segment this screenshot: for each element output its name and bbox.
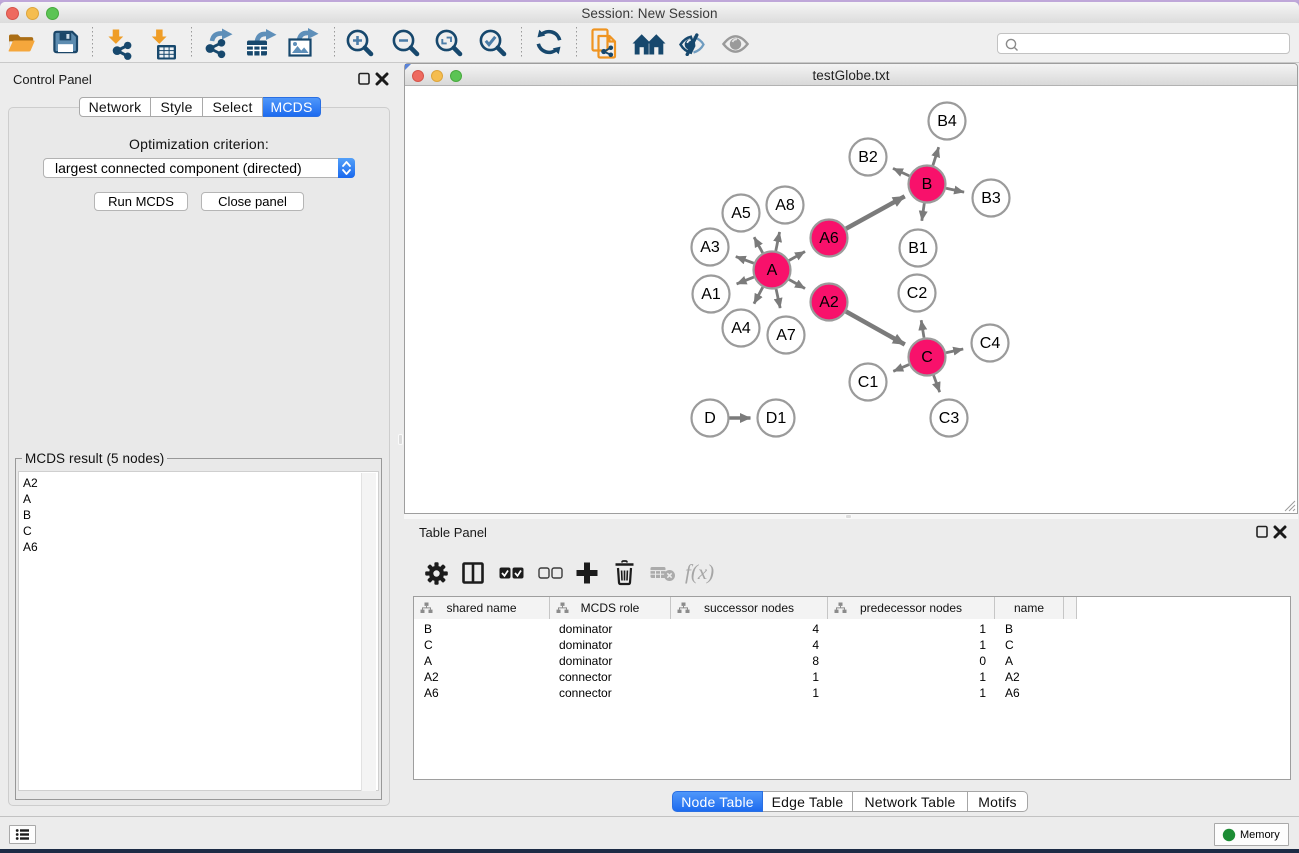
svg-text:C3: C3	[939, 410, 960, 427]
svg-text:C2: C2	[907, 285, 928, 302]
svg-text:C4: C4	[980, 335, 1001, 352]
svg-text:A7: A7	[776, 327, 796, 344]
svg-text:D1: D1	[766, 410, 787, 427]
svg-text:B3: B3	[981, 190, 1001, 207]
svg-text:D: D	[704, 410, 716, 427]
svg-text:A8: A8	[775, 197, 795, 214]
svg-text:B1: B1	[908, 240, 928, 257]
svg-text:C: C	[921, 349, 933, 366]
svg-text:A: A	[767, 262, 778, 279]
svg-text:B2: B2	[858, 149, 878, 166]
svg-text:A2: A2	[819, 294, 839, 311]
svg-text:A4: A4	[731, 320, 751, 337]
svg-text:A1: A1	[701, 286, 721, 303]
svg-text:A5: A5	[731, 205, 751, 222]
svg-text:A6: A6	[819, 230, 839, 247]
svg-text:B: B	[922, 176, 933, 193]
svg-text:B4: B4	[937, 113, 957, 130]
svg-text:A3: A3	[700, 239, 720, 256]
svg-text:f(x): f(x)	[685, 560, 714, 584]
svg-text:C1: C1	[858, 374, 879, 391]
